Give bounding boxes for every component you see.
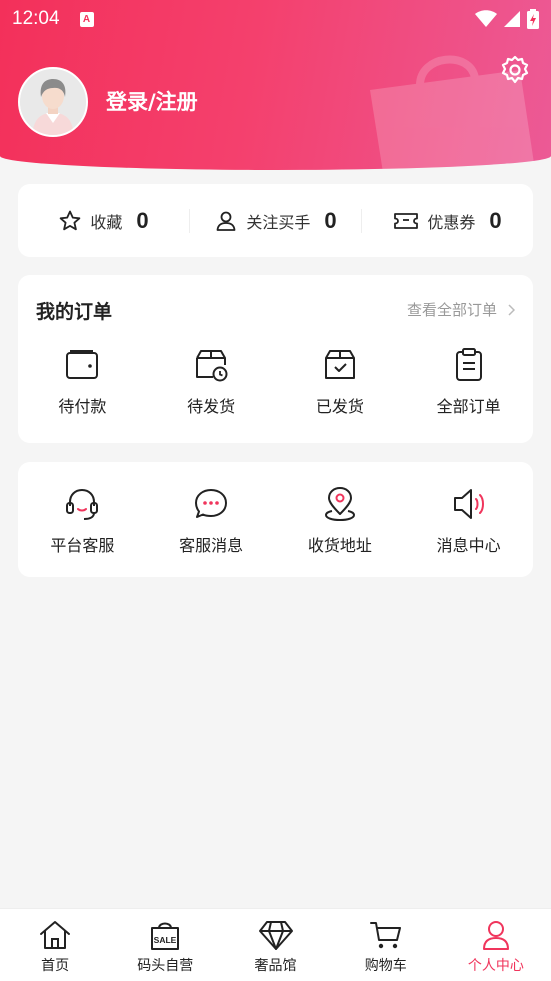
gear-icon[interactable]	[499, 54, 531, 86]
clipboard-icon	[455, 348, 482, 381]
signal-icon	[504, 11, 520, 27]
user-icon	[482, 921, 509, 950]
stat-value: 0	[324, 207, 337, 233]
tab-cart[interactable]: 购物车	[331, 909, 441, 981]
tab-dock-self-operated[interactable]: SALE 码头自营	[110, 909, 220, 981]
service-label: 平台客服	[50, 536, 115, 555]
order-label: 待发货	[187, 397, 236, 416]
tab-profile[interactable]: 个人中心	[441, 909, 551, 981]
stat-label: 优惠券	[427, 212, 476, 232]
service-shipping-address[interactable]: 收货地址	[276, 486, 405, 556]
person-icon	[216, 211, 236, 231]
avatar-person-icon	[20, 69, 86, 135]
orders-grid: 待付款 待发货 已发货 全部订单	[18, 347, 533, 417]
tab-luxury-hall[interactable]: 奢品馆	[220, 909, 330, 981]
bottom-tab-bar: 首页 SALE 码头自营 奢品馆 购物车 个人中心	[0, 908, 551, 981]
chevron-right-icon	[508, 303, 515, 316]
cart-icon	[369, 922, 401, 949]
sale-bag-icon: SALE	[151, 922, 180, 950]
tab-label: 首页	[41, 958, 70, 974]
notification-app-icon: A	[79, 11, 94, 27]
service-label: 消息中心	[436, 536, 501, 555]
tab-label: 码头自营	[137, 958, 194, 974]
stat-value: 0	[489, 207, 502, 233]
wallet-icon	[66, 350, 99, 379]
order-pending-payment[interactable]: 待付款	[18, 347, 147, 417]
sale-badge-text: SALE	[154, 935, 177, 945]
wifi-icon	[475, 10, 497, 27]
view-all-orders-label: 查看全部订单	[406, 301, 497, 319]
diamond-icon	[258, 921, 293, 950]
stat-coupons[interactable]: 优惠券 0	[362, 208, 533, 234]
my-orders-card: 我的订单 查看全部订单 待付款 待发货 已发货 全部订单	[18, 275, 533, 443]
login-register-link[interactable]: 登录/注册	[106, 86, 198, 116]
tab-label: 奢品馆	[254, 958, 297, 974]
ticket-icon	[394, 212, 419, 229]
service-support-messages[interactable]: 客服消息	[147, 486, 276, 556]
battery-icon	[527, 9, 539, 29]
box-clock-icon	[196, 350, 228, 382]
status-icons	[475, 9, 539, 29]
services-card: 平台客服 客服消息 收货地址 消息中心	[18, 462, 533, 577]
stat-value: 0	[136, 207, 149, 233]
box-check-icon	[324, 350, 355, 379]
tab-label: 购物车	[364, 958, 407, 974]
home-icon	[40, 921, 71, 949]
headset-icon	[66, 488, 99, 520]
order-pending-shipment[interactable]: 待发货	[147, 347, 276, 417]
stat-label: 关注买手	[246, 212, 311, 232]
star-icon	[60, 210, 81, 230]
order-label: 全部订单	[436, 397, 501, 416]
order-label: 已发货	[315, 397, 364, 416]
avatar[interactable]	[18, 67, 88, 137]
service-label: 客服消息	[179, 536, 244, 555]
service-label: 收货地址	[307, 536, 372, 555]
order-shipped[interactable]: 已发货	[276, 347, 405, 417]
order-all[interactable]: 全部订单	[404, 347, 533, 417]
status-time: 12:04	[12, 8, 60, 29]
stat-followed-buyers[interactable]: 关注买手 0	[190, 208, 361, 234]
tab-home[interactable]: 首页	[0, 909, 110, 981]
stat-favorites[interactable]: 收藏 0	[18, 208, 189, 234]
order-label: 待付款	[58, 397, 107, 416]
stats-card: 收藏 0 关注买手 0 优惠券 0	[18, 184, 533, 257]
location-pin-icon	[324, 487, 355, 522]
tab-label: 个人中心	[467, 958, 524, 974]
orders-title: 我的订单	[36, 301, 113, 323]
service-platform-support[interactable]: 平台客服	[18, 486, 147, 556]
status-bar: 12:04 A	[0, 0, 551, 38]
speaker-icon	[453, 489, 484, 519]
service-message-center[interactable]: 消息中心	[404, 486, 533, 556]
chat-bubble-icon	[195, 489, 228, 518]
stat-label: 收藏	[90, 212, 123, 232]
services-grid: 平台客服 客服消息 收货地址 消息中心	[18, 486, 533, 556]
view-all-orders-link[interactable]: 查看全部订单	[407, 299, 515, 320]
